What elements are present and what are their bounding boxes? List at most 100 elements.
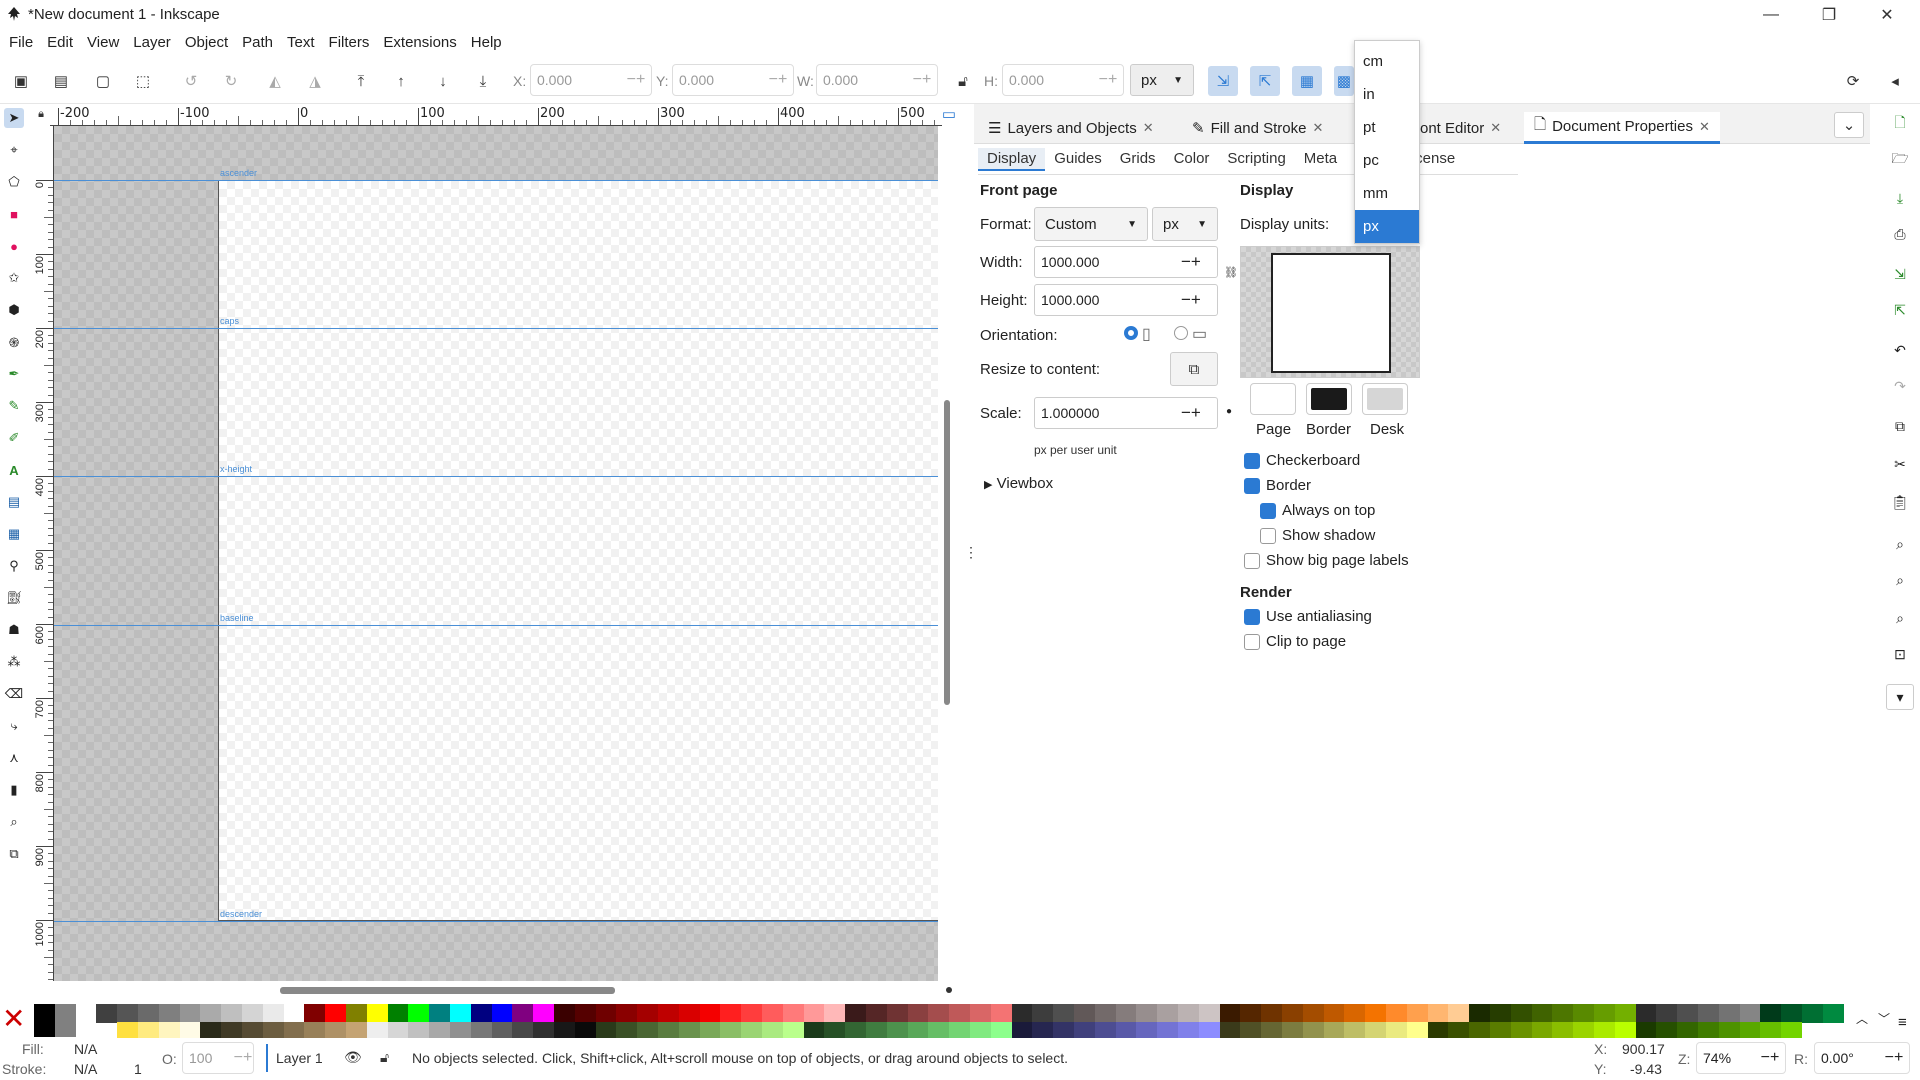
canvas[interactable]: ascender caps x-height baseline descende… xyxy=(54,126,938,981)
maximize-button[interactable]: ❐ xyxy=(1800,0,1858,30)
palette-swatch[interactable] xyxy=(1344,1004,1366,1023)
palette-swatch[interactable] xyxy=(699,1004,721,1023)
page-color-swatch[interactable] xyxy=(1250,383,1296,415)
unit-option-px[interactable]: px xyxy=(1355,210,1419,243)
palette-swatch[interactable] xyxy=(803,1004,825,1023)
layer-visibility-icon[interactable]: 👁︎ xyxy=(344,1049,362,1066)
menu-layer[interactable]: Layer xyxy=(126,30,178,55)
pencil-tool-icon[interactable]: ✎ xyxy=(4,396,24,416)
deselect-icon[interactable]: ▢ xyxy=(90,68,116,94)
minimize-button[interactable]: — xyxy=(1742,0,1800,30)
palette-swatch[interactable] xyxy=(1178,1004,1199,1023)
palette-swatch[interactable] xyxy=(1822,1004,1844,1023)
palette-swatch[interactable] xyxy=(1448,1004,1470,1023)
palette-swatch[interactable] xyxy=(1282,1004,1303,1023)
palette-swatch[interactable] xyxy=(1302,1004,1324,1023)
horizontal-scrollbar[interactable] xyxy=(280,987,615,994)
palette-swatch[interactable] xyxy=(533,1004,554,1023)
tab-layers-objects[interactable]: ☰ Layers and Objects ✕ xyxy=(978,112,1164,144)
palette-swatch[interactable] xyxy=(949,1004,970,1023)
palette-swatch[interactable] xyxy=(54,1004,76,1037)
star-tool-icon[interactable]: ✩ xyxy=(4,268,24,288)
viewbox-expander[interactable]: ▶ Viewbox xyxy=(984,475,1053,492)
palette-swatch[interactable] xyxy=(1510,1004,1532,1023)
palette-scroll-down-icon[interactable]: ﹀ xyxy=(1878,1010,1890,1027)
palette-swatch[interactable] xyxy=(75,1004,97,1037)
palette-swatch[interactable] xyxy=(138,1004,159,1023)
menu-text[interactable]: Text xyxy=(280,30,322,55)
checkerboard-checkbox[interactable]: Checkerboard xyxy=(1244,452,1360,469)
palette-swatch[interactable] xyxy=(96,1004,118,1023)
lower-icon[interactable]: ↓ xyxy=(430,68,456,94)
unit-option-pt[interactable]: pt xyxy=(1355,111,1419,144)
h-stepper-icon[interactable]: −+ xyxy=(1093,71,1123,89)
palette-swatch[interactable] xyxy=(1032,1004,1054,1023)
w-stepper-icon[interactable]: −+ xyxy=(907,71,937,89)
menu-help[interactable]: Help xyxy=(464,30,509,55)
palette-swatch[interactable] xyxy=(1531,1004,1553,1023)
undo-icon[interactable]: ↶ xyxy=(1890,340,1910,360)
zoom-center-icon[interactable]: ⊡ xyxy=(1890,644,1910,664)
lock-icon[interactable]: 🔓︎ xyxy=(950,68,976,94)
subtab-color[interactable]: Color xyxy=(1165,148,1219,169)
palette-swatch[interactable] xyxy=(34,1004,55,1037)
palette-swatch[interactable] xyxy=(1614,1004,1636,1023)
mesh-tool-icon[interactable]: ▦ xyxy=(4,524,24,544)
palette-swatch[interactable] xyxy=(491,1004,513,1023)
subtab-metadata[interactable]: Meta xyxy=(1295,148,1346,169)
guide-ascender[interactable] xyxy=(54,180,938,181)
eraser-tool-icon[interactable]: ⌫ xyxy=(4,684,24,704)
link-dimensions-icon[interactable]: ⛓ xyxy=(1224,266,1238,279)
snap-menu-icon[interactable]: ◂ xyxy=(1882,68,1908,94)
palette-swatch[interactable] xyxy=(366,1004,388,1023)
guide-xheight[interactable] xyxy=(54,476,938,477)
palette-swatch[interactable] xyxy=(1802,1004,1823,1023)
display-mode-icon[interactable]: ▭ xyxy=(938,104,960,124)
palette-swatch[interactable] xyxy=(824,1004,846,1023)
palette-swatch[interactable] xyxy=(782,1004,804,1023)
zoom-stepper-icon[interactable]: −+ xyxy=(1755,1049,1785,1067)
select-same-icon[interactable]: ⬚ xyxy=(130,68,156,94)
palette-swatch[interactable] xyxy=(1386,1004,1407,1023)
palette-swatch[interactable] xyxy=(1219,1004,1241,1023)
x-input[interactable]: 0.000 −+ xyxy=(530,64,652,96)
palette-swatch[interactable] xyxy=(1739,1004,1761,1023)
subtab-display[interactable]: Display xyxy=(978,148,1046,171)
menu-path[interactable]: Path xyxy=(235,30,280,55)
palette-swatch[interactable] xyxy=(1136,1004,1158,1023)
palette-swatch[interactable] xyxy=(221,1004,242,1023)
palette-swatch[interactable] xyxy=(158,1004,180,1023)
palette-swatch[interactable] xyxy=(574,1004,596,1023)
3d-box-tool-icon[interactable]: ⬢ xyxy=(4,300,24,320)
tweak-tool-icon[interactable]: ☗ xyxy=(4,620,24,640)
no-paint-icon[interactable]: ✕ xyxy=(2,1004,32,1036)
current-layer[interactable]: Layer 1 xyxy=(276,1050,323,1066)
palette-swatch[interactable] xyxy=(200,1004,222,1023)
palette-swatch[interactable] xyxy=(179,1004,201,1023)
rotate-cw-icon[interactable]: ↻ xyxy=(218,68,244,94)
palette-swatch[interactable] xyxy=(262,1004,284,1023)
palette-swatch[interactable] xyxy=(304,1004,326,1023)
height-stepper-icon[interactable]: −+ xyxy=(1181,290,1217,310)
border-checkbox[interactable]: Border xyxy=(1244,477,1311,494)
palette-swatch[interactable] xyxy=(1698,1004,1719,1023)
show-shadow-checkbox[interactable]: Show shadow xyxy=(1260,527,1375,544)
snap-icon[interactable]: ⟳ xyxy=(1840,68,1866,94)
palette-swatch[interactable] xyxy=(117,1004,138,1023)
tab-font-editor[interactable]: ont Editor ✕ xyxy=(1410,112,1511,144)
guide-baseline[interactable] xyxy=(54,625,938,626)
palette-scroll-up-icon[interactable]: ︿ xyxy=(1856,1010,1868,1027)
palette-swatch[interactable] xyxy=(886,1004,908,1023)
big-page-labels-checkbox[interactable]: Show big page labels xyxy=(1244,552,1409,569)
flip-horizontal-icon[interactable]: ◭ xyxy=(262,68,288,94)
opacity-stepper-icon[interactable]: −+ xyxy=(233,1049,253,1067)
palette-swatch[interactable] xyxy=(408,1004,430,1023)
palette-swatch[interactable] xyxy=(678,1004,700,1023)
pen-tool-icon[interactable]: ✒ xyxy=(4,364,24,384)
selector-tool-icon[interactable]: ➤ xyxy=(4,108,24,128)
menu-object[interactable]: Object xyxy=(178,30,235,55)
antialiasing-checkbox[interactable]: Use antialiasing xyxy=(1244,608,1372,625)
text-tool-icon[interactable]: A xyxy=(4,460,24,480)
palette-swatch[interactable] xyxy=(1323,1004,1345,1023)
palette-swatch[interactable] xyxy=(554,1004,575,1023)
